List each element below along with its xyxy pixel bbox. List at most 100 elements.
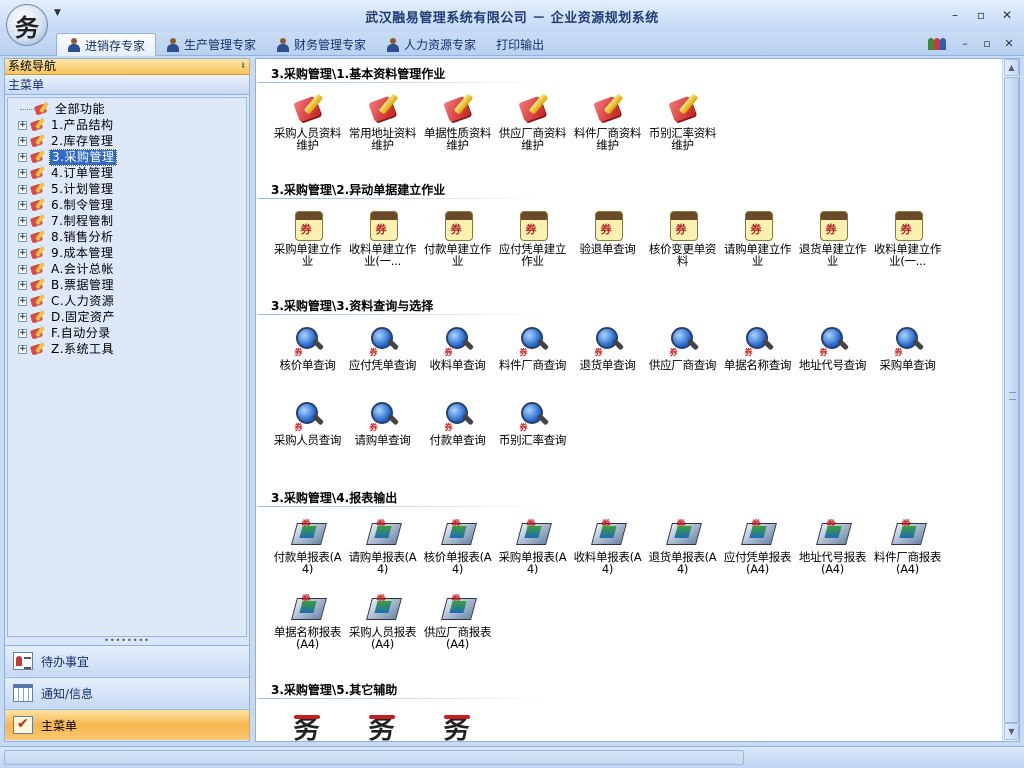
expand-icon[interactable]: + xyxy=(18,232,27,242)
tree-node[interactable]: 全部功能 xyxy=(8,101,246,117)
function-tile[interactable]: 券应付凭单查询 xyxy=(345,325,420,387)
function-tile[interactable] xyxy=(420,709,495,741)
expand-icon[interactable]: + xyxy=(18,152,27,162)
expand-icon[interactable]: + xyxy=(18,184,27,194)
outlook-button-2[interactable]: 主菜单 xyxy=(5,709,249,740)
function-tile[interactable]: 券地址代号查询 xyxy=(795,325,870,387)
function-tile[interactable] xyxy=(345,709,420,741)
function-tile[interactable]: 券供应厂商查询 xyxy=(645,325,720,387)
expand-icon[interactable]: + xyxy=(18,216,27,226)
function-tile[interactable]: 券付款单查询 xyxy=(420,400,495,462)
function-tile[interactable]: 券收料单查询 xyxy=(420,325,495,387)
tree-node[interactable]: +6.制令管理 xyxy=(8,197,246,213)
function-tile[interactable]: 券请购单查询 xyxy=(345,400,420,462)
vertical-scrollbar[interactable]: ▲ ▼ xyxy=(1002,59,1019,741)
tree-node[interactable]: +5.计划管理 xyxy=(8,181,246,197)
tree-node[interactable]: + C.人力资源 xyxy=(8,293,246,309)
expand-icon[interactable]: + xyxy=(18,200,27,210)
tree-node[interactable]: +8.销售分析 xyxy=(8,229,246,245)
function-tile[interactable]: 券单据名称报表(A4) xyxy=(270,592,345,654)
close-button[interactable]: ✕ xyxy=(994,6,1020,24)
function-tile[interactable]: 券采购单报表(A4) xyxy=(495,517,570,579)
function-tile[interactable]: 券收料单报表(A4) xyxy=(570,517,645,579)
function-tile[interactable]: 券采购人员查询 xyxy=(270,400,345,462)
function-tile[interactable]: 券料件厂商报表(A4) xyxy=(870,517,945,579)
tab-0[interactable]: 进销存专家 xyxy=(56,33,157,56)
function-tile[interactable]: 采购人员资料维护 xyxy=(270,93,345,155)
function-tile[interactable]: 收料单建立作业(一... xyxy=(345,209,420,271)
function-tile[interactable]: 供应厂商资料维护 xyxy=(495,93,570,155)
function-tile[interactable]: 币别汇率资料维护 xyxy=(645,93,720,155)
expand-icon[interactable]: + xyxy=(18,168,27,178)
users-icon[interactable] xyxy=(928,35,948,51)
tab-3[interactable]: 人力资源专家 xyxy=(376,33,486,56)
function-tile[interactable]: 券退货单报表(A4) xyxy=(645,517,720,579)
function-tile[interactable]: 请购单建立作业 xyxy=(720,209,795,271)
function-tile[interactable]: 收料单建立作业(一... xyxy=(870,209,945,271)
app-logo-icon: 务 xyxy=(15,12,39,42)
function-tile[interactable]: 券单据名称查询 xyxy=(720,325,795,387)
function-tile[interactable]: 券核价单报表(A4) xyxy=(420,517,495,579)
splitter-grip[interactable]: •••••••• xyxy=(5,637,249,645)
tree-node[interactable]: +9.成本管理 xyxy=(8,245,246,261)
function-tile[interactable]: 券请购单报表(A4) xyxy=(345,517,420,579)
function-tile[interactable]: 券退货单查询 xyxy=(570,325,645,387)
function-tile[interactable]: 采购单建立作业 xyxy=(270,209,345,271)
function-tile[interactable]: 常用地址资料维护 xyxy=(345,93,420,155)
expand-icon[interactable]: + xyxy=(18,312,27,322)
function-tile[interactable]: 券供应厂商报表(A4) xyxy=(420,592,495,654)
expand-icon[interactable]: + xyxy=(18,264,27,274)
magnifier-icon: 券 xyxy=(367,325,399,357)
tree-node[interactable]: +1.产品结构 xyxy=(8,117,246,133)
function-tile[interactable]: 券料件厂商查询 xyxy=(495,325,570,387)
mdi-restore-button[interactable]: ▫ xyxy=(976,37,998,50)
tab-4[interactable]: 打印输出 xyxy=(486,33,554,56)
expand-icon[interactable]: + xyxy=(18,248,27,258)
outlook-button-1[interactable]: 通知/信息 xyxy=(5,677,249,708)
function-tile[interactable]: 验退单查询 xyxy=(570,209,645,271)
function-tile[interactable]: 券采购人员报表(A4) xyxy=(345,592,420,654)
tree-node[interactable]: +2.库存管理 xyxy=(8,133,246,149)
expand-icon[interactable]: + xyxy=(18,344,27,354)
tab-2[interactable]: 财务管理专家 xyxy=(266,33,376,56)
minimize-button[interactable]: – xyxy=(942,6,968,24)
scroll-up-button[interactable]: ▲ xyxy=(1004,59,1019,76)
tree-node[interactable]: + A.会计总帐 xyxy=(8,261,246,277)
function-tile[interactable]: 核价变更单资料 xyxy=(645,209,720,271)
function-tile[interactable]: 料件厂商资料维护 xyxy=(570,93,645,155)
function-tile[interactable]: 券采购单查询 xyxy=(870,325,945,387)
tree-node[interactable]: + D.固定资产 xyxy=(8,309,246,325)
pin-icon[interactable]: ♮ xyxy=(241,59,245,74)
expand-icon[interactable]: + xyxy=(18,296,27,306)
function-tile[interactable]: 退货单建立作业 xyxy=(795,209,870,271)
outlook-button-0[interactable]: 待办事宜 xyxy=(5,645,249,676)
expand-icon[interactable]: + xyxy=(18,328,27,338)
scroll-down-button[interactable]: ▼ xyxy=(1004,723,1019,740)
app-logo-button[interactable]: 务 xyxy=(6,4,48,46)
tab-1[interactable]: 生产管理专家 xyxy=(156,33,266,56)
tree-node[interactable]: +4.订单管理 xyxy=(8,165,246,181)
function-tile[interactable]: 券地址代号报表(A4) xyxy=(795,517,870,579)
mdi-close-button[interactable]: ✕ xyxy=(998,37,1020,50)
expand-icon[interactable]: + xyxy=(18,136,27,146)
expand-icon[interactable]: + xyxy=(18,120,27,130)
tree-node[interactable]: +7.制程管制 xyxy=(8,213,246,229)
tree-node[interactable]: + Z.系统工具 xyxy=(8,341,246,357)
function-tile[interactable]: 券核价单查询 xyxy=(270,325,345,387)
edit-doc-icon xyxy=(517,93,549,125)
scroll-thumb[interactable] xyxy=(1004,77,1019,723)
tree-node[interactable]: + B.票据管理 xyxy=(8,277,246,293)
mdi-minimize-button[interactable]: – xyxy=(954,37,976,50)
tree-node[interactable]: + F.自动分录 xyxy=(8,325,246,341)
function-tile[interactable]: 应付凭单建立作业 xyxy=(495,209,570,271)
function-tile[interactable]: 付款单建立作业 xyxy=(420,209,495,271)
function-tile[interactable]: 券付款单报表(A4) xyxy=(270,517,345,579)
expand-icon[interactable]: + xyxy=(18,280,27,290)
title-bar: ▼ 武汉融易管理系统有限公司 － 企业资源规划系统 – ▫ ✕ xyxy=(0,0,1024,32)
tree-node[interactable]: +3.采购管理 xyxy=(8,148,246,166)
function-tile[interactable]: 券应付凭单报表(A4) xyxy=(720,517,795,579)
maximize-button[interactable]: ▫ xyxy=(968,6,994,24)
function-tile[interactable]: 单据性质资料维护 xyxy=(420,93,495,155)
function-tile[interactable]: 券币别汇率查询 xyxy=(495,400,570,462)
function-tile[interactable] xyxy=(270,709,345,741)
